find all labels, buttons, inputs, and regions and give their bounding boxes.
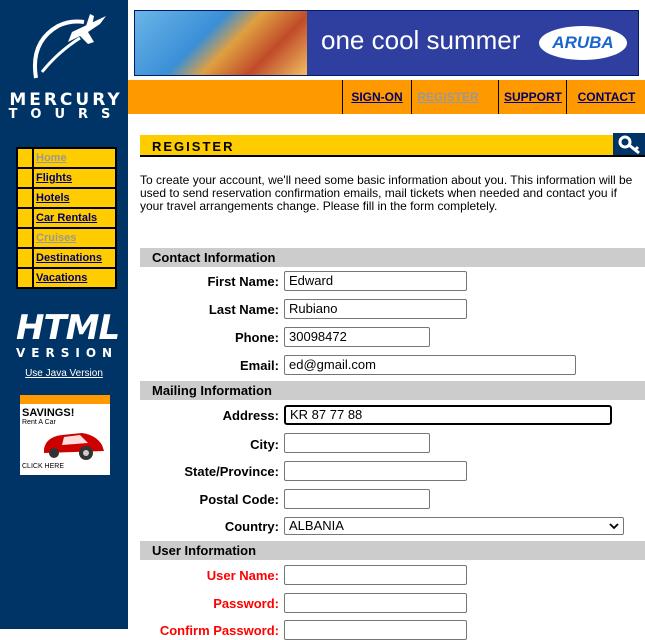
nav-contact[interactable]: CONTACT: [566, 80, 645, 114]
sidebar: MERCURY TOURS Home Flights Hotels Car Re…: [0, 0, 128, 629]
section-user-info: User Information: [140, 541, 645, 560]
last-name-field[interactable]: Rubiano: [284, 299, 467, 319]
sidebar-link-destinations[interactable]: Destinations: [34, 249, 115, 267]
sidebar-link-car-rentals[interactable]: Car Rentals: [34, 209, 115, 227]
postal-code-field[interactable]: [284, 489, 430, 509]
sidebar-link-hotels[interactable]: Hotels: [34, 189, 115, 207]
sidebar-item-flights: Flights: [18, 169, 115, 187]
key-icon: [613, 133, 645, 155]
nav-support[interactable]: SUPPORT: [498, 80, 567, 114]
promo-banner[interactable]: one cool summer ARUBA: [134, 10, 639, 76]
brand-subname: TOURS: [8, 107, 124, 122]
phone-field[interactable]: 30098472: [284, 327, 430, 347]
city-label: City:: [250, 437, 279, 452]
postal-code-label: Postal Code:: [199, 492, 279, 507]
sidebar-item-cruises: Cruises: [18, 229, 115, 247]
nav-register[interactable]: REGISTER: [411, 80, 484, 114]
email-label: Email:: [239, 358, 279, 373]
address-label: Address:: [222, 408, 279, 423]
last-name-label: Last Name:: [208, 302, 279, 317]
sidebar-link-home[interactable]: Home: [34, 149, 115, 167]
ad-title: SAVINGS!: [22, 407, 75, 419]
intro-text: To create your account, we'll need some …: [140, 173, 633, 213]
sidebar-item-home: Home: [18, 149, 115, 167]
version-badge-text: VERSION: [16, 346, 119, 360]
page-title-bar: REGISTER: [140, 133, 645, 157]
username-label: User Name:: [206, 568, 279, 583]
sidebar-item-vacations: Vacations: [18, 269, 115, 287]
city-field[interactable]: [284, 433, 430, 453]
sidebar-menu: Home Flights Hotels Car Rentals Cruises …: [16, 147, 117, 289]
sidebar-item-hotels: Hotels: [18, 189, 115, 207]
state-field[interactable]: [284, 461, 467, 481]
sidebar-link-cruises[interactable]: Cruises: [34, 229, 115, 247]
username-field[interactable]: [284, 565, 467, 585]
ad-cta: CLICK HERE: [22, 463, 65, 470]
first-name-label: First Name:: [207, 274, 279, 289]
beach-photo: [135, 11, 307, 75]
banner-text: one cool summer: [321, 25, 521, 55]
html-badge-text: HTML: [16, 308, 120, 348]
aruba-logo: ARUBA: [539, 26, 627, 60]
car-rental-ad[interactable]: SAVINGS! Rent A Car CLICK HERE: [20, 395, 110, 475]
java-version-link[interactable]: Use Java Version: [0, 368, 128, 379]
state-label: State/Province:: [184, 464, 279, 479]
section-mailing-info: Mailing Information: [140, 381, 645, 400]
sidebar-link-vacations[interactable]: Vacations: [34, 269, 115, 287]
section-contact-info: Contact Information: [140, 248, 645, 267]
sidebar-link-flights[interactable]: Flights: [34, 169, 115, 187]
mercury-tours-logo[interactable]: MERCURY TOURS: [0, 0, 128, 130]
phone-label: Phone:: [234, 330, 279, 345]
car-icon: [44, 433, 104, 460]
password-label: Password:: [213, 596, 279, 611]
first-name-field[interactable]: Edward: [284, 271, 467, 291]
confirm-password-field[interactable]: [284, 620, 467, 640]
email-field[interactable]: ed@gmail.com: [284, 355, 576, 375]
address-field[interactable]: KR 87 77 88: [284, 405, 612, 425]
country-value: ALBANIA: [289, 518, 344, 533]
country-select[interactable]: ALBANIA: [284, 517, 624, 535]
password-field[interactable]: [284, 593, 467, 613]
top-nav: SIGN-ON REGISTER SUPPORT CONTACT: [128, 80, 645, 114]
page-title: REGISTER: [152, 139, 235, 154]
sidebar-item-destinations: Destinations: [18, 249, 115, 267]
nav-signon[interactable]: SIGN-ON: [342, 80, 411, 114]
plane-logo-icon: [33, 14, 106, 79]
sidebar-item-car-rentals: Car Rentals: [18, 209, 115, 227]
chevron-down-icon: [609, 518, 619, 540]
html-version-badge: HTML VERSION: [16, 308, 120, 360]
confirm-password-label: Confirm Password:: [159, 623, 279, 638]
country-label: Country:: [224, 519, 279, 534]
